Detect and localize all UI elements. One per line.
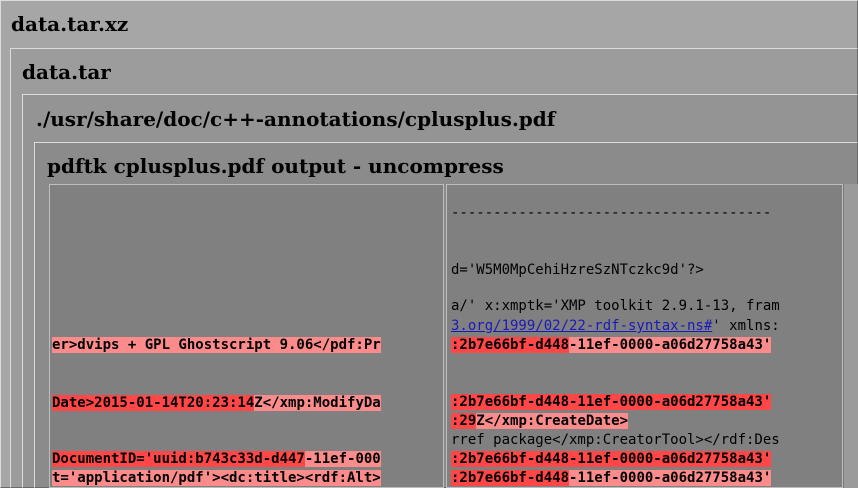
- right-line-rdf-namespace: 3.org/1999/02/22-rdf-syntax-ns#' xmlns:: [451, 318, 780, 334]
- vertical-scrollbar[interactable]: [843, 184, 858, 488]
- right-line-creator-tool: rref package</xmp:CreatorTool></rdf:Des: [451, 432, 780, 448]
- inner-archive-title: data.tar: [22, 60, 111, 84]
- right-line-uuid-2: :2b7e66bf-d448-11ef-0000-a06d27758a43': [451, 394, 772, 410]
- left-line-producer: er>dvips + GPL Ghostscript 9.06</pdf:Pr: [52, 337, 381, 353]
- diff-right-column: -------------------------------------- d…: [446, 184, 843, 488]
- left-line-document-id: DocumentID='uuid:b743c33d-d447-11ef-000: [52, 451, 381, 467]
- right-line-dashes: --------------------------------------: [451, 205, 772, 221]
- archive-title: data.tar.xz: [11, 12, 129, 36]
- left-line-format: t='application/pdf'><dc:title><rdf:Alt>: [52, 470, 381, 486]
- diff-left-column: er>dvips + GPL Ghostscript 9.06</pdf:Pr …: [49, 184, 444, 488]
- file-path-title: ./usr/share/doc/c++-annotations/cplusplu…: [36, 107, 556, 131]
- right-line-uuid-4: :2b7e66bf-d448-11ef-0000-a06d27758a43': [451, 470, 772, 486]
- right-line-create-date: :29Z</xmp:CreateDate>: [451, 413, 629, 429]
- right-line-uuid-1: :2b7e66bf-d448-11ef-0000-a06d27758a43': [451, 337, 772, 353]
- rdf-namespace-link[interactable]: 3.org/1999/02/22-rdf-syntax-ns#: [451, 318, 712, 334]
- right-line-uuid-3: :2b7e66bf-d448-11ef-0000-a06d27758a43': [451, 451, 772, 467]
- left-line-modify-date: Date>2015-01-14T20:23:14Z</xmp:ModifyDa: [52, 395, 381, 411]
- right-line-xpacket-id: d='W5M0MpCehiHzreSzNTczkc9d'?>: [451, 262, 704, 278]
- right-line-xmptk: a/' x:xmptk='XMP toolkit 2.9.1-13, fram: [451, 298, 780, 314]
- diff-panel-title: pdftk cplusplus.pdf output - uncompress: [47, 154, 504, 178]
